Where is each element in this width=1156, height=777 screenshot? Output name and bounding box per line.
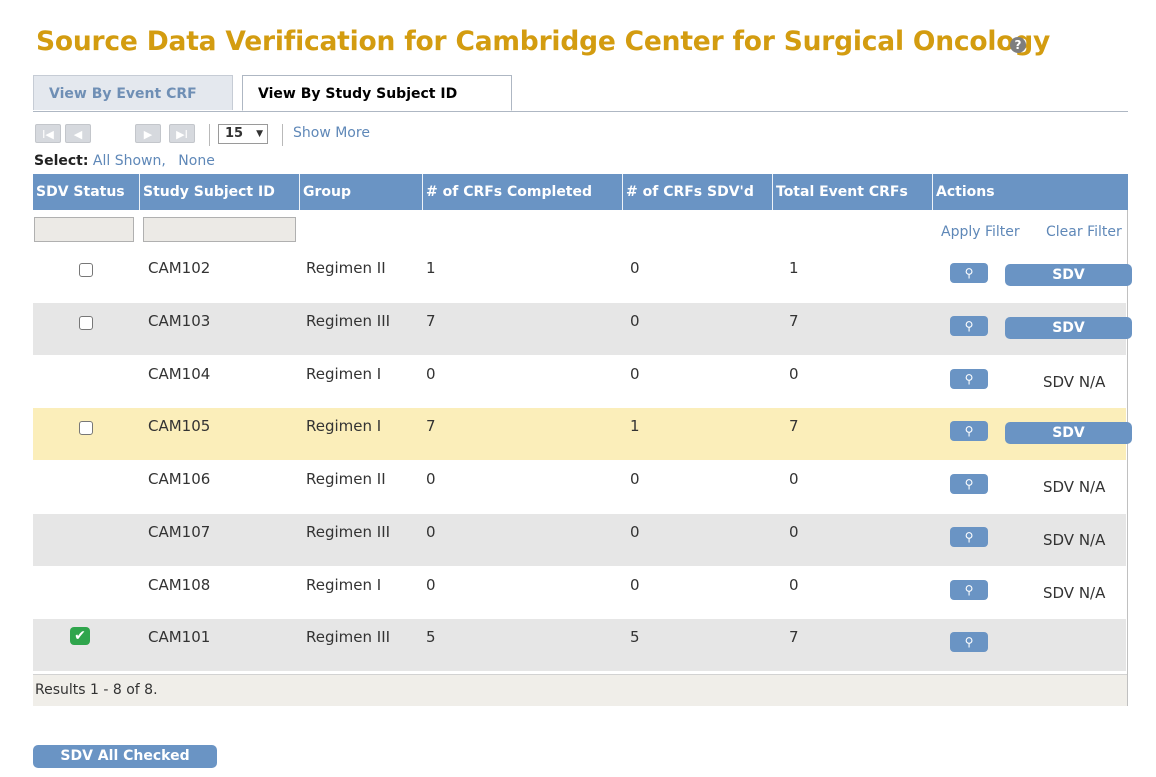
crfs-sdvd-cell: 0: [630, 522, 640, 541]
crfs-completed-cell: 7: [426, 417, 436, 436]
crfs-completed-cell: 7: [426, 311, 436, 330]
group-cell: Regimen III: [306, 522, 391, 541]
crfs-sdvd-cell: 1: [630, 417, 640, 436]
crfs-completed-cell: 0: [426, 470, 436, 488]
sdv-button[interactable]: SDV: [1005, 316, 1132, 339]
sdv-status-filter-input[interactable]: [34, 217, 134, 242]
view-magnifier-icon[interactable]: ⚲: [950, 474, 988, 494]
select-controls: Select: All Shown, None: [34, 153, 215, 169]
crfs-completed-cell: 1: [426, 259, 436, 277]
view-magnifier-icon[interactable]: ⚲: [950, 315, 988, 336]
page-size-value: 15: [225, 126, 244, 141]
crfs-sdvd-cell: 0: [630, 259, 640, 277]
crfs-sdvd-cell: 0: [630, 575, 640, 594]
study-subject-id-filter-input[interactable]: [143, 217, 296, 242]
study-subject-id: CAM106: [148, 470, 211, 488]
sdv-na-label: SDV N/A: [1043, 530, 1106, 549]
total-event-crfs-cell: 0: [789, 575, 799, 594]
view-magnifier-icon[interactable]: ⚲: [950, 526, 988, 547]
total-event-crfs-cell: 0: [789, 364, 799, 383]
select-none-link[interactable]: None: [178, 153, 215, 169]
page: Source Data Verification for Cambridge C…: [0, 0, 1156, 777]
view-magnifier-icon[interactable]: ⚲: [950, 579, 988, 600]
tab-bar: View By Event CRF View By Study Subject …: [33, 75, 1128, 112]
sdv-button[interactable]: SDV: [1005, 422, 1132, 445]
sdv-na-label: SDV N/A: [1043, 372, 1106, 391]
page-title: Source Data Verification for Cambridge C…: [36, 26, 1051, 57]
column-header-study-subject-id[interactable]: Study Subject ID: [140, 174, 300, 210]
crfs-sdvd-cell: 0: [630, 364, 640, 383]
crfs-completed-cell: 0: [426, 522, 436, 541]
view-magnifier-icon[interactable]: ⚲: [950, 368, 988, 389]
view-magnifier-icon[interactable]: ⚲: [950, 263, 988, 283]
table-header: SDV Status Study Subject ID Group # of C…: [33, 174, 1128, 210]
column-header-actions: Actions: [936, 184, 995, 200]
tab-view-by-event-crf[interactable]: View By Event CRF: [33, 75, 233, 110]
chevron-down-icon: ▼: [256, 129, 263, 139]
column-header-sdv-status[interactable]: SDV Status: [33, 174, 140, 210]
group-cell: Regimen I: [306, 364, 382, 383]
total-event-crfs-cell: 7: [789, 628, 799, 647]
group-cell: Regimen I: [306, 575, 382, 594]
view-magnifier-icon[interactable]: ⚲: [950, 632, 988, 653]
total-event-crfs-cell: 0: [789, 522, 799, 541]
tab-view-by-study-subject-id[interactable]: View By Study Subject ID: [242, 75, 512, 111]
sdv-all-checked-button[interactable]: SDV All Checked: [33, 745, 217, 768]
group-cell: Regimen III: [306, 311, 391, 330]
group-cell: Regimen I: [306, 417, 382, 436]
column-header-crfs-completed[interactable]: # of CRFs Completed: [423, 174, 623, 210]
study-subject-id: CAM108: [148, 575, 211, 594]
sdv-table: SDV Status Study Subject ID Group # of C…: [33, 174, 1132, 706]
sdv-select-checkbox[interactable]: [79, 421, 93, 436]
group-cell: Regimen III: [306, 628, 391, 647]
select-label: Select:: [34, 153, 89, 169]
column-header-group[interactable]: Group: [300, 174, 423, 210]
sdv-select-checkbox[interactable]: [79, 263, 93, 277]
crfs-sdvd-cell: 0: [630, 311, 640, 330]
results-summary: Results 1 - 8 of 8.: [33, 674, 1127, 706]
sdv-select-checkbox[interactable]: [79, 315, 93, 330]
study-subject-id: CAM107: [148, 522, 211, 541]
view-magnifier-icon[interactable]: ⚲: [950, 421, 988, 442]
next-page-icon[interactable]: ▶: [135, 124, 161, 143]
study-subject-id: CAM103: [148, 311, 211, 330]
group-cell: Regimen II: [306, 470, 386, 488]
previous-page-icon[interactable]: ◀: [65, 124, 91, 143]
total-event-crfs-cell: 0: [789, 470, 799, 488]
page-size-select[interactable]: 15 ▼: [218, 124, 268, 144]
clear-filter-link[interactable]: Clear Filter: [1046, 224, 1122, 240]
select-all-shown-link[interactable]: All Shown,: [93, 153, 166, 169]
apply-filter-link[interactable]: Apply Filter: [941, 224, 1020, 240]
crfs-sdvd-cell: 0: [630, 470, 640, 488]
toolbar-separator: [282, 124, 283, 146]
help-icon[interactable]: ?: [1010, 37, 1026, 53]
study-subject-id: CAM105: [148, 417, 211, 436]
first-page-icon[interactable]: I◀: [35, 124, 61, 143]
column-header-total-event-crfs[interactable]: Total Event CRFs: [773, 174, 933, 210]
total-event-crfs-cell: 7: [789, 311, 799, 330]
column-header-crfs-sdvd[interactable]: # of CRFs SDV'd: [623, 174, 773, 210]
group-cell: Regimen II: [306, 259, 386, 277]
toolbar-separator: [209, 124, 210, 146]
study-subject-id: CAM104: [148, 364, 211, 383]
crfs-completed-cell: 5: [426, 628, 436, 647]
crfs-sdvd-cell: 5: [630, 628, 640, 647]
last-page-icon[interactable]: ▶I: [169, 124, 195, 143]
total-event-crfs-cell: 7: [789, 417, 799, 436]
crfs-completed-cell: 0: [426, 364, 436, 383]
show-more-link[interactable]: Show More: [293, 125, 370, 141]
sdv-button[interactable]: SDV: [1005, 264, 1132, 286]
study-subject-id: CAM101: [148, 628, 211, 647]
study-subject-id: CAM102: [148, 259, 211, 277]
total-event-crfs-cell: 1: [789, 259, 799, 277]
sdv-complete-checkmark-icon: ✔: [70, 627, 90, 646]
sdv-na-label: SDV N/A: [1043, 478, 1106, 496]
sdv-na-label: SDV N/A: [1043, 583, 1106, 602]
crfs-completed-cell: 0: [426, 575, 436, 594]
table-row: ✔ CAM101 Regimen III 5 5 7 ⚲: [33, 619, 1126, 672]
